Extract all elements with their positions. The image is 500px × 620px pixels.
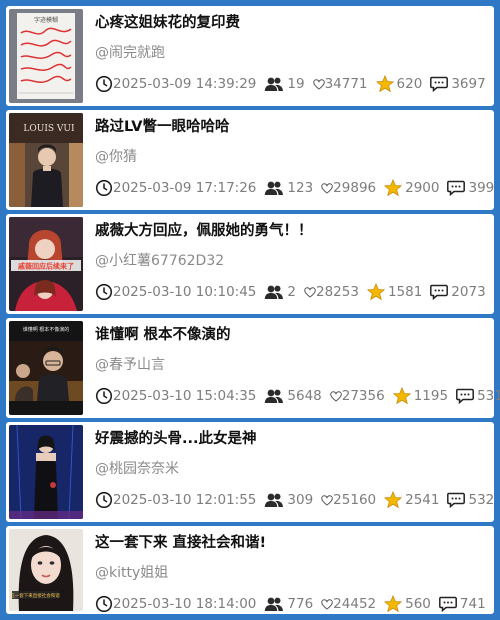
- post-stars-count: 620: [396, 76, 423, 92]
- comment-icon: [438, 596, 457, 612]
- heart-outline-icon: [321, 494, 333, 506]
- post-time: 2025-03-10 12:01:55: [113, 492, 257, 508]
- clock-icon: [95, 387, 113, 405]
- post-card[interactable]: LOUIS VUI 路过LV瞥一眼哈哈哈 @你猜 2025-03-09 17:1…: [6, 110, 494, 210]
- heart-outline-icon: [304, 286, 316, 298]
- heart-outline-icon: [321, 598, 333, 610]
- heart-outline-icon: [329, 390, 342, 402]
- post-users-count: 309: [287, 492, 314, 508]
- post-meta: 2025-03-09 17:17:26 123 29896 2900 399: [95, 179, 495, 197]
- post-author[interactable]: @小红薯67762D32: [95, 250, 224, 270]
- thumb-caption-text: 戚薇回应后续来了: [18, 262, 74, 271]
- thumb-header-text: 字迹模糊: [34, 16, 58, 24]
- star-icon: [366, 283, 385, 301]
- clock-icon: [95, 595, 113, 613]
- post-likes-count: 24452: [333, 596, 377, 612]
- comment-icon: [447, 180, 466, 196]
- post-title[interactable]: 戚薇大方回应，佩服她的勇气！！: [95, 219, 487, 240]
- post-title[interactable]: 心疼这姐妹花的复印费: [95, 11, 487, 32]
- post-stars-count: 1195: [413, 388, 449, 404]
- post-title[interactable]: 谁懂啊 根本不像演的: [95, 323, 487, 344]
- post-meta: 2025-03-10 18:14:00 776 24452 560 741: [95, 595, 491, 613]
- post-card[interactable]: 这一套下来直接社会和谐 这一套下来 直接社会和谐! @kitty姐姐 2025-…: [6, 526, 494, 614]
- heart-outline-icon: [321, 182, 333, 194]
- post-time: 2025-03-10 10:10:45: [113, 284, 257, 300]
- post-thumbnail[interactable]: [9, 425, 83, 519]
- post-comments-count: 3697: [451, 76, 486, 92]
- post-card[interactable]: 谁懂啊 根本不像演的 谁懂啊 根本不像演的 @春予山言 2025-03-10 1…: [6, 318, 500, 418]
- post-meta: 2025-03-10 15:04:35 5648 27356 1195 531: [95, 387, 500, 405]
- post-stars-count: 2541: [405, 492, 440, 508]
- clock-icon: [95, 179, 113, 197]
- clock-icon: [95, 491, 113, 509]
- post-thumbnail[interactable]: 这一套下来直接社会和谐: [9, 529, 83, 611]
- post-author[interactable]: @春予山言: [95, 354, 165, 374]
- post-comments-count: 741: [459, 596, 486, 612]
- post-likes-count: 27356: [341, 388, 385, 404]
- thumb-sign-text: LOUIS VUI: [23, 124, 75, 134]
- post-author[interactable]: @kitty姐姐: [95, 562, 168, 582]
- post-author[interactable]: @闹完就跑: [95, 42, 165, 62]
- post-comments-count: 2073: [451, 284, 486, 300]
- post-time: 2025-03-10 18:14:00: [113, 596, 257, 612]
- post-time: 2025-03-10 15:04:35: [113, 388, 257, 404]
- post-likes-count: 29896: [333, 180, 377, 196]
- heart-outline-icon: [312, 78, 325, 90]
- post-thumbnail[interactable]: LOUIS VUI: [9, 113, 83, 207]
- post-comments-count: 399: [468, 180, 495, 196]
- post-comments-count: 531: [477, 388, 500, 404]
- post-meta: 2025-03-09 14:39:29 19 34771 620 3697: [95, 75, 491, 93]
- post-thumbnail[interactable]: 字迹模糊: [9, 9, 83, 103]
- post-users-count: 5648: [287, 388, 322, 404]
- post-card[interactable]: 字迹模糊 心疼这姐妹花的复印费 @闹完就跑 2025-03-09 14:39:2…: [6, 6, 494, 106]
- thumb-caption-text: 这一套下来直接社会和谐: [10, 592, 60, 599]
- post-time: 2025-03-09 14:39:29: [113, 76, 257, 92]
- star-icon: [392, 387, 411, 405]
- post-card[interactable]: 好震撼的头骨...此女是神 @桃园奈奈米 2025-03-10 12:01:55…: [6, 422, 494, 522]
- post-title[interactable]: 好震撼的头骨...此女是神: [95, 427, 487, 448]
- post-users-count: 2: [287, 284, 296, 300]
- star-icon: [384, 595, 403, 613]
- comment-icon: [447, 492, 466, 508]
- post-thumbnail[interactable]: 谁懂啊 根本不像演的: [9, 321, 83, 415]
- people-icon: [265, 181, 284, 195]
- post-thumbnail[interactable]: 戚薇回应后续来了: [9, 217, 83, 311]
- post-likes-count: 25160: [333, 492, 377, 508]
- post-time: 2025-03-09 17:17:26: [113, 180, 257, 196]
- post-users-count: 123: [287, 180, 314, 196]
- post-card[interactable]: 戚薇回应后续来了 戚薇大方回应，佩服她的勇气！！ @小红薯67762D32 20…: [6, 214, 494, 314]
- post-author[interactable]: @你猜: [95, 146, 137, 166]
- comment-icon: [430, 284, 449, 300]
- people-icon: [265, 389, 284, 403]
- comment-icon: [430, 76, 449, 92]
- people-icon: [265, 285, 284, 299]
- post-title[interactable]: 路过LV瞥一眼哈哈哈: [95, 115, 487, 136]
- people-icon: [265, 77, 284, 91]
- feed-frame: 字迹模糊 心疼这姐妹花的复印费 @闹完就跑 2025-03-09 14:39:2…: [3, 3, 500, 617]
- post-likes-count: 34771: [324, 76, 368, 92]
- star-icon: [384, 491, 403, 509]
- post-likes-count: 28253: [315, 284, 359, 300]
- post-title[interactable]: 这一套下来 直接社会和谐!: [95, 531, 487, 552]
- star-icon: [375, 75, 394, 93]
- clock-icon: [95, 75, 113, 93]
- people-icon: [265, 597, 284, 611]
- post-stars-count: 560: [405, 596, 431, 612]
- post-stars-count: 1581: [387, 284, 423, 300]
- post-meta: 2025-03-10 12:01:55 309 25160 2541 532: [95, 491, 495, 509]
- people-icon: [265, 493, 284, 507]
- thumb-caption-text: 谁懂啊 根本不像演的: [23, 326, 70, 333]
- clock-icon: [95, 283, 113, 301]
- post-stars-count: 2900: [405, 180, 440, 196]
- post-author[interactable]: @桃园奈奈米: [95, 458, 179, 478]
- post-users-count: 19: [287, 76, 305, 92]
- star-icon: [384, 179, 403, 197]
- comment-icon: [456, 388, 475, 404]
- post-comments-count: 532: [468, 492, 495, 508]
- post-meta: 2025-03-10 10:10:45 2 28253 1581 2073: [95, 283, 491, 301]
- post-users-count: 776: [287, 596, 314, 612]
